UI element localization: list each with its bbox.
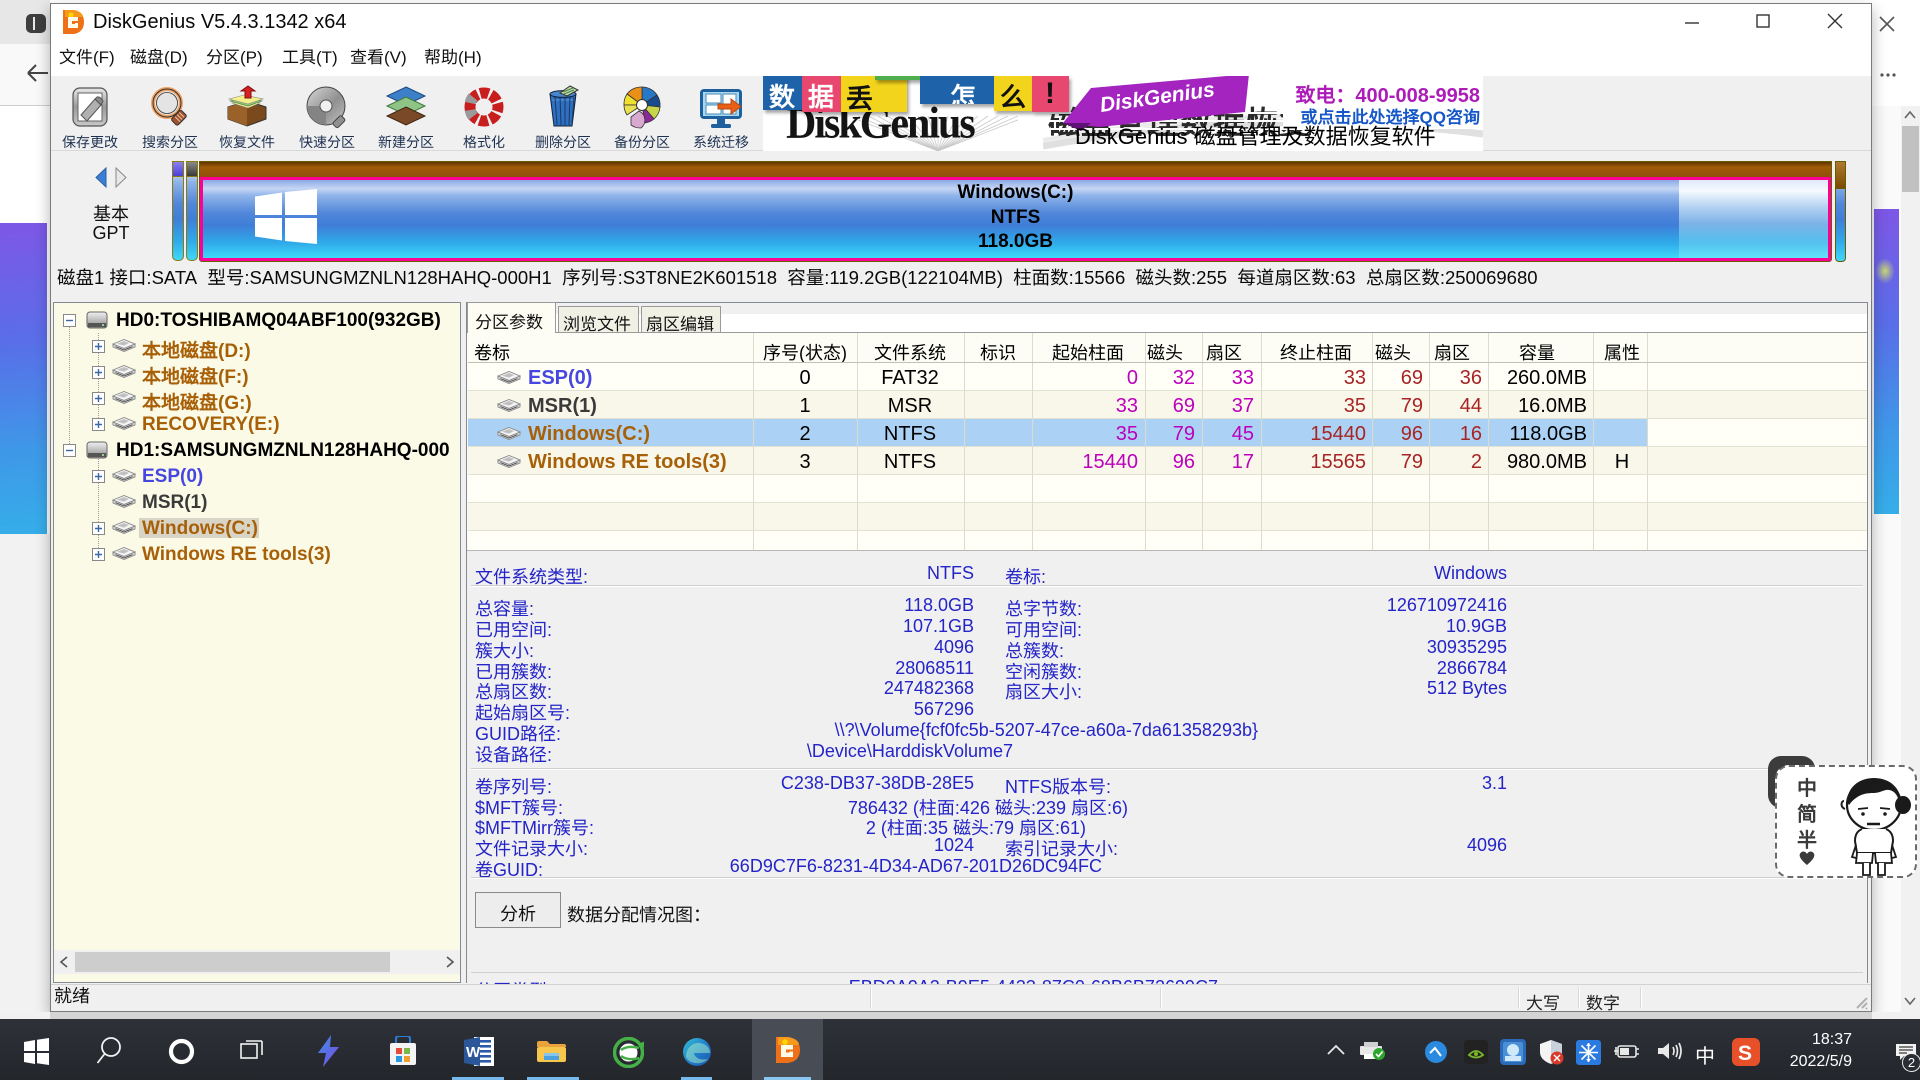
svg-text:W: W bbox=[466, 1044, 481, 1061]
svg-text:S: S bbox=[1738, 1042, 1752, 1065]
